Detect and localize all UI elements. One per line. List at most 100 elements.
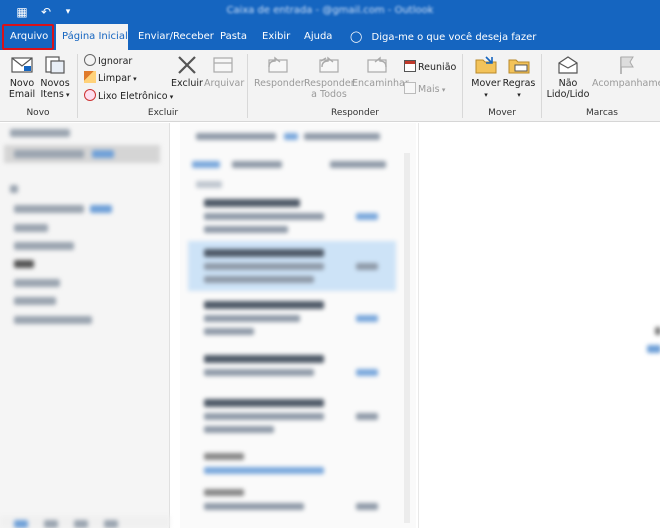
novo-email-line1: Novo [9,78,35,89]
acompanhamento-button[interactable]: Acompanhamento [592,54,660,89]
message-item[interactable] [188,193,396,239]
nao-lido-lido-button[interactable]: Não Lido/Lido [544,54,592,100]
new-email-icon [11,57,33,73]
ignore-icon [84,54,96,66]
tab-enviar-receber[interactable]: Enviar/Receber [132,24,220,50]
responder-todos-button[interactable]: Responder a Todos [304,54,355,100]
chevron-down-icon: ▾ [484,91,488,99]
novo-email-button[interactable]: Novo Email [6,54,38,100]
account-header[interactable] [10,185,18,193]
novos-itens-button[interactable]: Novos Itens ▾ [38,54,72,101]
reuniao-button[interactable]: Reunião [404,60,456,75]
title-bar: ▦ ↶ ▾ Caixa de entrada - @gmail.com - Ou… [0,0,660,24]
group-divider [462,54,463,118]
encaminhar-button[interactable]: Encaminhar [352,54,409,89]
message-list-scrollbar[interactable] [404,153,410,523]
message-list [180,123,416,528]
folder-pane [0,123,170,528]
group-label-mover: Mover [488,108,516,118]
tab-exibir[interactable]: Exibir [256,24,296,50]
navigation-bar[interactable] [0,516,170,528]
new-items-icon [45,56,65,74]
excluir-label: Excluir [171,78,203,89]
mover-label: Mover [471,78,501,89]
ignorar-label: Ignorar [98,56,133,67]
search-scope[interactable] [284,133,298,140]
flag-icon [620,56,634,74]
responder-todos-line2: a Todos [311,89,347,100]
arquivar-button[interactable]: Arquivar [204,54,244,89]
limpar-button[interactable]: Limpar ▾ [84,71,137,86]
search-scope-dropdown[interactable] [304,133,380,140]
limpar-label: Limpar [98,73,131,84]
folder-item[interactable] [14,224,48,232]
folder-item[interactable] [14,150,84,158]
chevron-down-icon: ▾ [167,93,174,101]
group-label-excluir: Excluir [147,108,179,118]
responder-todos-line1: Responder [304,78,355,89]
novos-itens-line2: Itens [40,89,64,100]
ribbon-tabs: Arquivo Página Inicial Enviar/Receber Pa… [0,24,660,50]
message-item[interactable] [188,391,396,443]
tab-arquivo[interactable]: Arquivo [2,24,54,50]
rules-icon [508,59,530,74]
mover-button[interactable]: Mover ▾ [468,54,504,101]
forward-icon [367,56,387,73]
tab-pagina-inicial[interactable]: Página Inicial [56,24,128,50]
message-item[interactable] [188,293,396,343]
folder-item[interactable] [14,260,34,268]
filter-all[interactable] [192,161,220,168]
folder-item[interactable] [14,279,60,287]
excluir-button[interactable]: Excluir [170,54,204,89]
regras-label: Regras [502,78,536,89]
regras-button[interactable]: Regras ▾ [502,54,536,101]
nao-lido-line1: Não [558,78,578,89]
move-folder-icon [475,56,497,74]
reading-pane [418,123,660,528]
reply-icon [268,56,288,73]
chevron-down-icon: ▾ [439,86,446,94]
meeting-icon [404,60,416,72]
ribbon: Novo Email Novos Itens ▾ Novo Ignorar Li… [0,50,660,122]
responder-button[interactable]: Responder [254,54,305,89]
chevron-down-icon: ▾ [63,91,70,99]
mais-button[interactable]: Mais ▾ [404,82,445,97]
tab-ajuda[interactable]: Ajuda [298,24,338,50]
favorites-header[interactable] [10,129,70,137]
nao-lido-line2: Lido/Lido [546,89,590,100]
group-label-responder: Responder [331,108,379,118]
folder-item[interactable] [14,316,92,324]
filter-unread[interactable] [232,161,282,168]
message-item[interactable] [188,443,396,483]
tell-me-label: Diga-me o que você deseja fazer [371,32,537,43]
novos-itens-line1: Novos [40,78,70,89]
message-item[interactable] [188,347,396,393]
reply-all-icon [319,56,339,73]
tell-me-search[interactable]: ◯ Diga-me o que você deseja fazer [350,24,536,50]
folder-item[interactable] [14,297,56,305]
reuniao-label: Reunião [418,62,457,73]
more-icon [404,82,416,94]
mais-label: Mais [418,84,440,95]
clean-up-icon [84,71,96,83]
sort-by-date[interactable] [330,161,386,168]
responder-label: Responder [254,78,305,89]
archive-icon [213,57,233,73]
lightbulb-icon: ◯ [350,30,363,43]
message-item[interactable] [188,485,396,525]
search-box[interactable] [196,133,276,140]
group-label-novo: Novo [26,108,50,118]
novo-email-line2: Email [8,89,36,100]
folder-item[interactable] [14,242,74,250]
group-divider [247,54,248,118]
group-divider [541,54,542,118]
ignorar-button[interactable]: Ignorar [84,54,132,69]
folder-item[interactable] [14,205,84,213]
chevron-down-icon: ▾ [517,91,521,99]
lixo-label: Lixo Eletrônico [98,91,168,102]
junk-icon [84,89,96,101]
tab-pasta[interactable]: Pasta [214,24,253,50]
lixo-eletronico-button[interactable]: Lixo Eletrônico ▾ [84,89,173,104]
group-label-marcas: Marcas [586,108,618,118]
message-item-selected[interactable] [188,241,396,291]
